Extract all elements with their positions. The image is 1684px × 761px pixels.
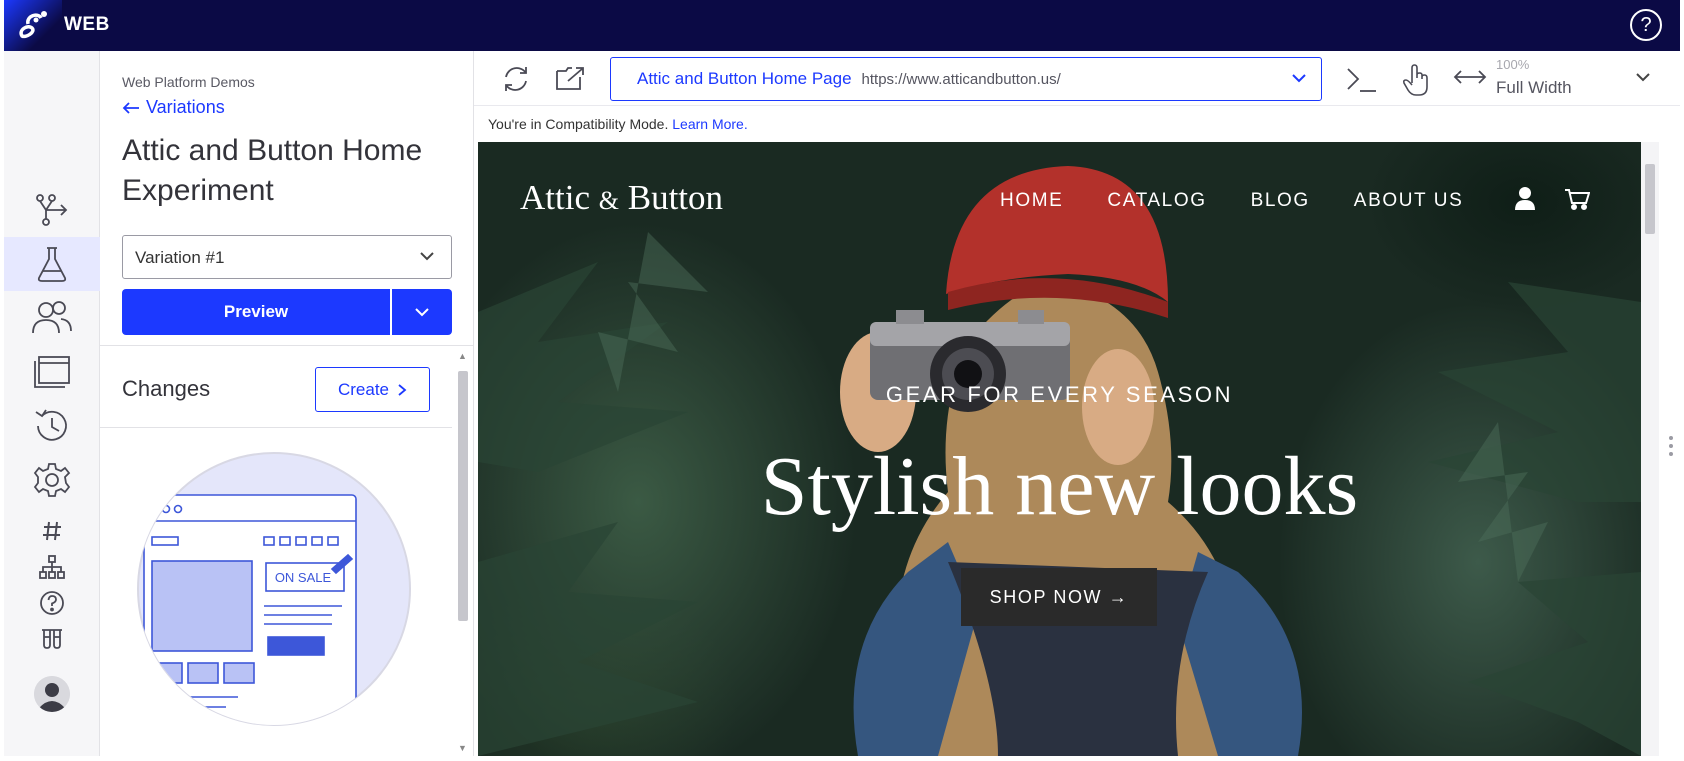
help-circle-icon[interactable] [4,585,100,621]
back-link-label: Variations [146,97,225,117]
help-icon[interactable]: ? [1630,9,1662,41]
chevron-down-icon[interactable] [1635,71,1651,83]
compatibility-notice: You're in Compatibility Mode. Learn More… [474,106,1680,142]
drag-handle-icon[interactable] [1669,436,1673,464]
site-logo-amp: & [598,186,619,215]
divider [100,427,452,428]
site-nav-catalog[interactable]: CATALOG [1107,190,1206,212]
shop-now-button[interactable]: SHOP NOW → [961,568,1157,626]
console-icon[interactable] [1344,63,1378,95]
arrow-left-icon [122,101,139,114]
back-to-variations-link[interactable]: Variations [122,97,225,118]
hash-icon[interactable] [4,513,100,549]
chevron-down-icon [415,308,429,317]
gear-icon[interactable] [4,453,100,507]
url-address: https://www.atticandbutton.us/ [861,70,1061,88]
app-logo[interactable] [4,0,62,51]
pages-icon[interactable] [4,345,100,399]
compat-message: You're in Compatibility Mode. [488,116,669,132]
site-nav: HOME CATALOG BLOG ABOUT US [1000,190,1463,212]
flow-icon[interactable] [4,183,100,237]
chevron-down-icon [420,252,434,261]
create-change-button[interactable]: Create [315,367,430,412]
users-icon[interactable] [4,291,100,345]
scrollbar-thumb[interactable] [458,371,468,621]
empty-changes-illustration: ON SALE [137,452,411,726]
user-avatar-icon [34,676,70,712]
top-bar: WEB ? [4,0,1680,51]
resize-width-icon[interactable] [1452,67,1488,87]
logo-icon [19,11,47,39]
site-nav-blog[interactable]: BLOG [1251,190,1310,212]
scrollbar-thumb[interactable] [1645,164,1655,234]
open-external-icon[interactable] [554,63,586,93]
sitemap-icon[interactable] [4,549,100,585]
flask-icon[interactable] [4,237,100,291]
divider [100,345,474,346]
learn-more-link[interactable]: Learn More. [672,116,747,132]
experiment-title: Attic and Button Home Experiment [122,134,423,207]
site-logo[interactable]: Attic & Button [520,178,723,218]
preview-scrollbar[interactable] [1641,142,1659,756]
account-icon[interactable] [1514,186,1536,210]
variation-select[interactable]: Variation #1 [122,235,452,279]
app-name: WEB [64,14,110,35]
site-logo-left: Attic [520,178,590,217]
hero-tagline: GEAR FOR EVERY SEASON [885,382,1234,407]
editor-panel: Web Platform Demos Variations Attic and … [100,51,474,756]
width-mode[interactable]: Full Width [1496,78,1572,98]
url-page-name: Attic and Button Home Page [637,69,852,88]
nav-rail [4,51,100,756]
refresh-icon[interactable] [500,63,532,95]
variation-select-value: Variation #1 [135,248,225,267]
chevron-down-icon [1292,74,1306,83]
scroll-down-icon[interactable]: ▼ [458,743,467,753]
cart-icon[interactable] [1564,188,1590,210]
on-sale-label: ON SALE [275,570,332,585]
chevron-right-icon [398,383,407,396]
preview-options-button[interactable] [392,289,452,335]
create-button-label: Create [337,379,390,399]
site-preview[interactable]: Attic & Button HOME CATALOG BLOG ABOUT U… [478,142,1641,756]
changes-heading: Changes [122,376,211,401]
scroll-up-icon[interactable]: ▲ [458,351,467,361]
avatar[interactable] [34,676,70,712]
browser-toolbar: Attic and Button Home Page https://www.a… [474,51,1680,106]
labs-icon[interactable] [4,621,100,657]
preview-button[interactable]: Preview [122,289,390,335]
site-nav-about[interactable]: ABOUT US [1354,190,1464,212]
interact-mode-icon[interactable] [1400,63,1432,97]
history-icon[interactable] [4,399,100,453]
site-logo-right: Button [627,178,724,217]
site-nav-home[interactable]: HOME [1000,190,1063,212]
zoom-level: 100% [1496,57,1530,72]
panel-scrollbar[interactable]: ▲ ▼ [452,351,474,756]
hero-headline: Stylish new looks [760,440,1359,533]
breadcrumb[interactable]: Web Platform Demos [122,74,255,90]
url-selector[interactable]: Attic and Button Home Page https://www.a… [610,57,1322,101]
